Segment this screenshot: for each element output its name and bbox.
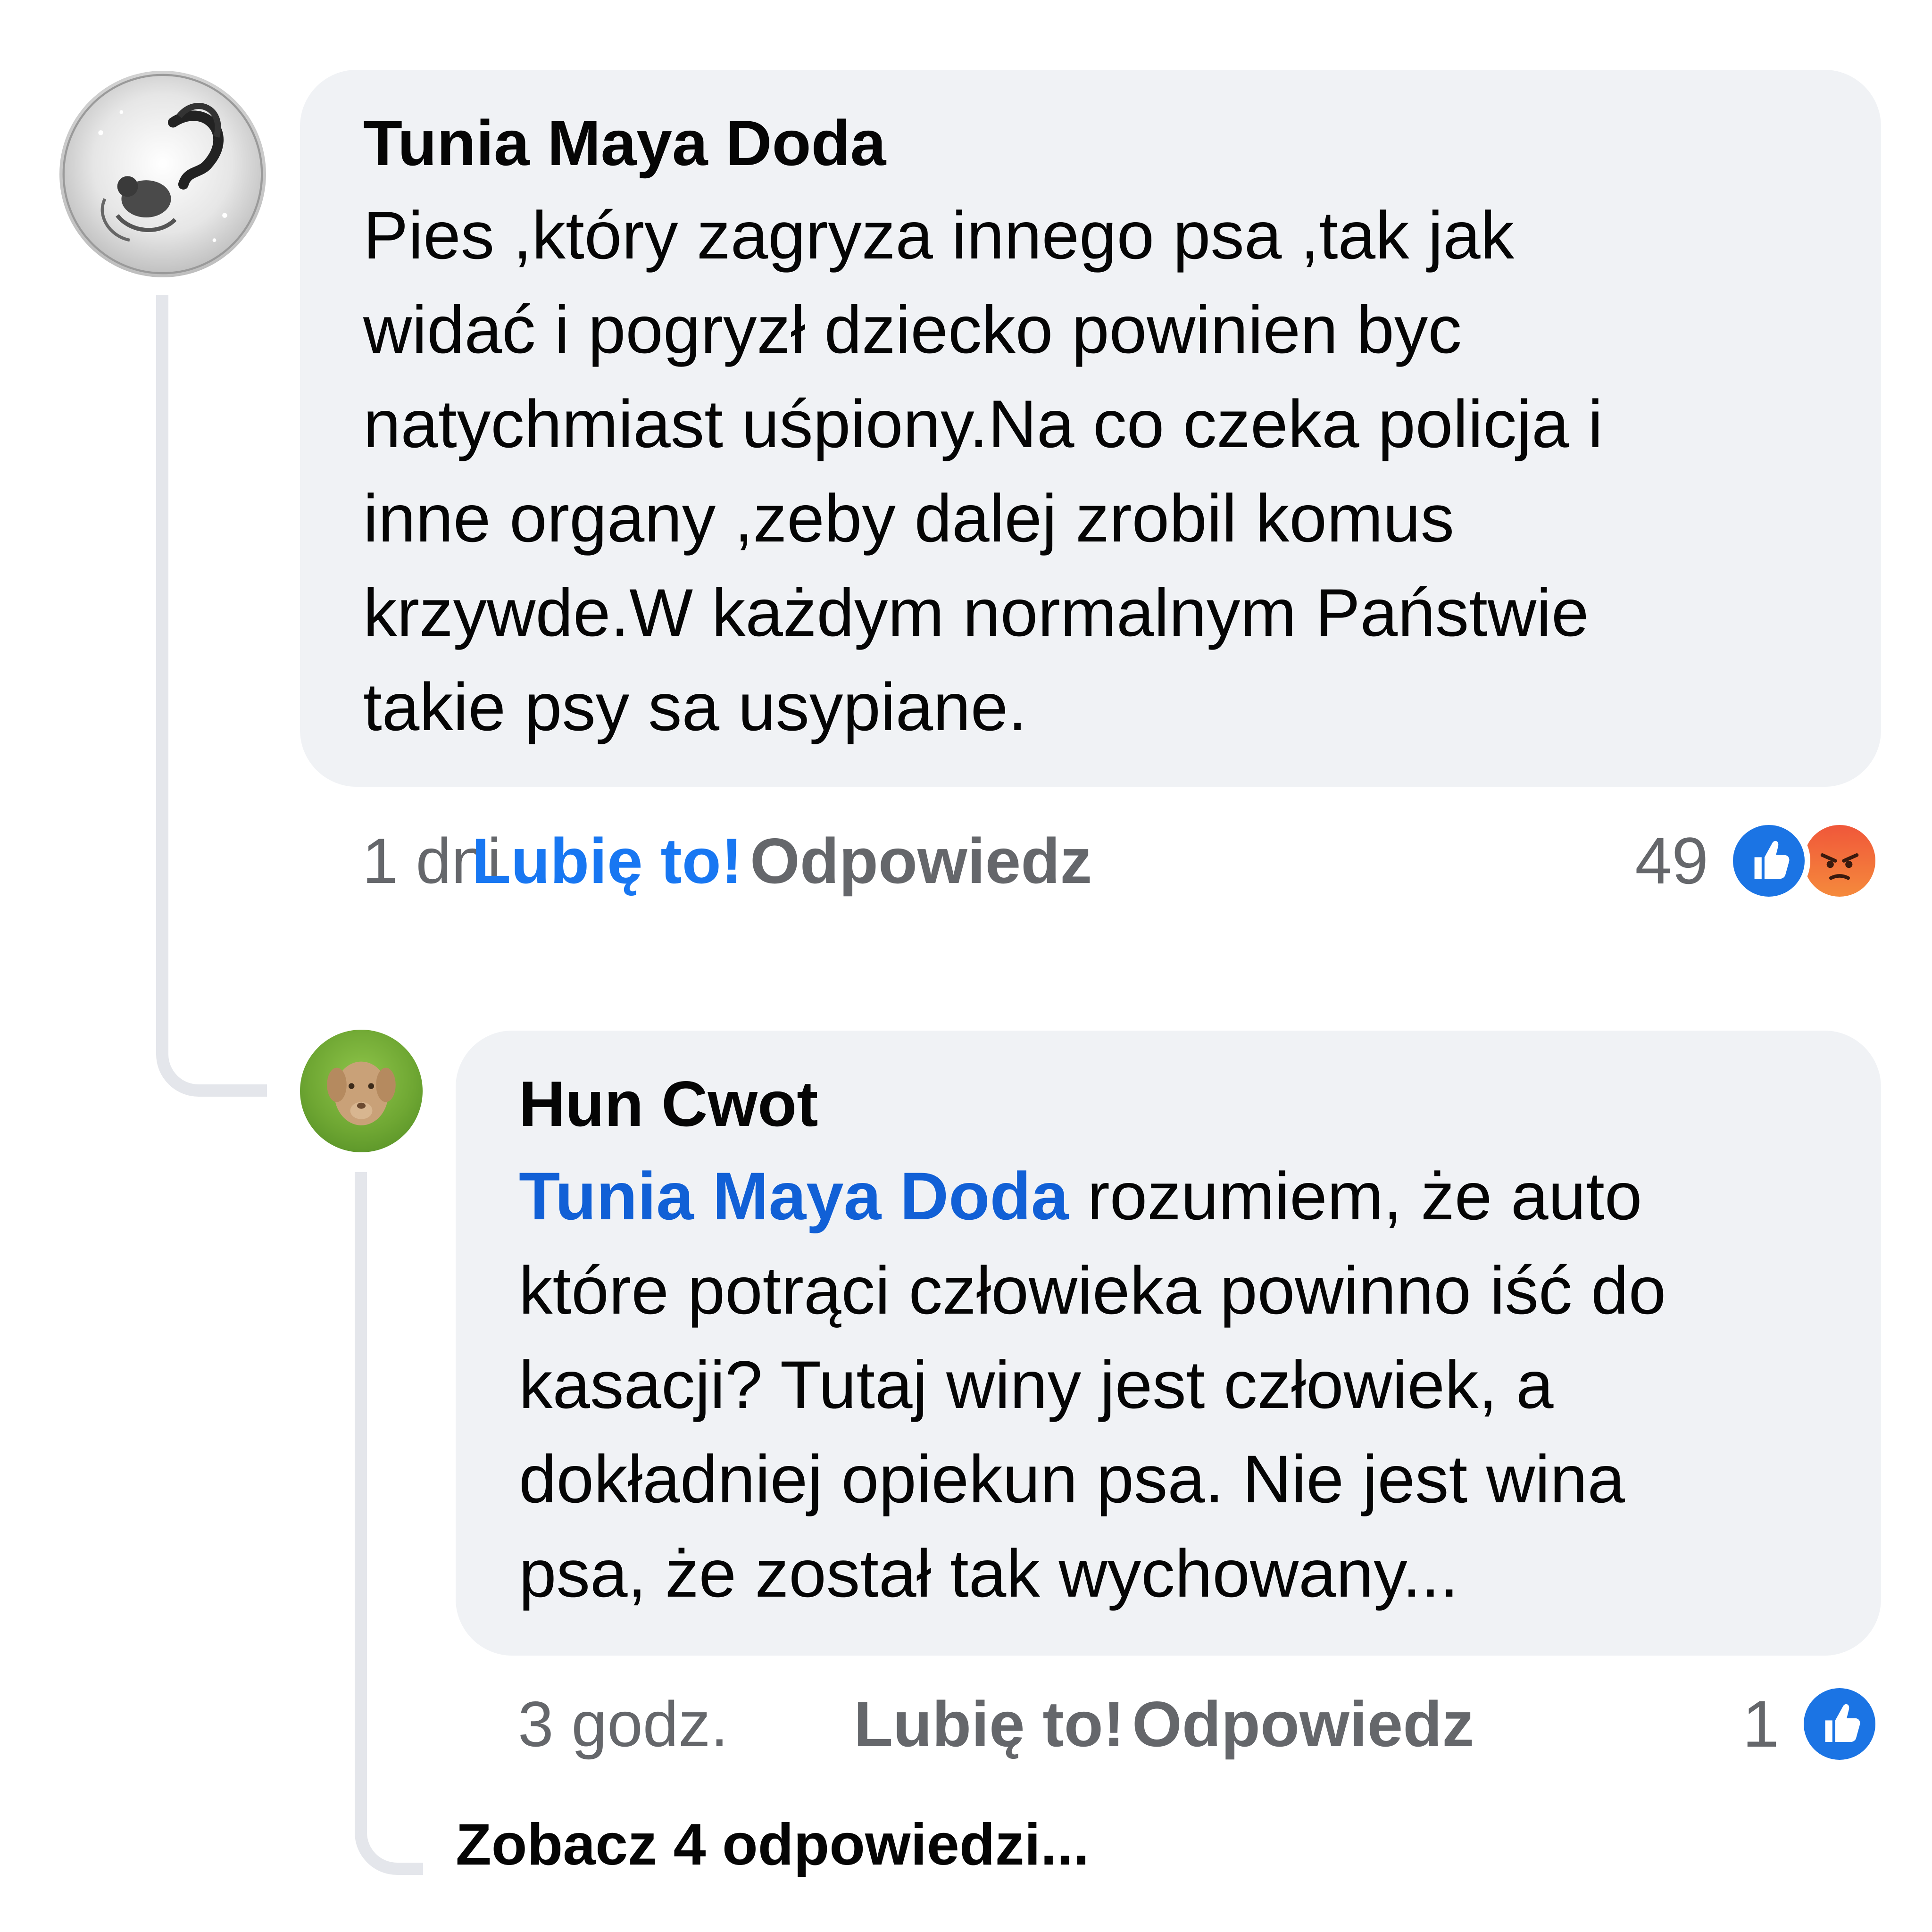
avatar[interactable] — [59, 71, 266, 277]
comment-line: które potrąci człowieka powinno iść do — [519, 1253, 1666, 1328]
comment-line: rozumiem, że auto — [1068, 1159, 1642, 1234]
reaction-count: 49 — [1635, 824, 1708, 898]
reply-button[interactable]: Odpowiedz — [1132, 1687, 1474, 1761]
like-icon — [1798, 1682, 1881, 1765]
comment-line: widać i pogryzł dziecko powinien byc — [363, 292, 1462, 367]
comment-actions: 1 dni Lubię to! Odpowiedz 49 — [362, 818, 1886, 903]
dog-photo-avatar-icon — [327, 1061, 396, 1125]
comment-line: krzywde.W każdym normalnym Państwie — [363, 575, 1589, 650]
like-icon — [1727, 819, 1810, 902]
squirrel-illustration-avatar-icon — [62, 74, 263, 275]
comment-line: psa, że został tak wychowany... — [519, 1536, 1459, 1611]
comment-author[interactable]: Hun Cwot — [519, 1064, 1820, 1144]
comment-line: inne organy ,zeby dalej zrobil komus — [363, 481, 1455, 556]
comment-line: takie psy sa usypiane. — [363, 670, 1027, 745]
comment-line: dokładniej opiekun psa. Nie jest wina — [519, 1442, 1625, 1517]
thread-connector-line — [355, 1172, 423, 1875]
comment-line: Pies ,który zagryza innego psa ,tak jak — [363, 198, 1515, 273]
avatar[interactable] — [300, 1030, 423, 1152]
reply-button[interactable]: Odpowiedz — [750, 824, 1092, 898]
like-button[interactable]: Lubię to! — [472, 824, 750, 898]
thread-connector-line — [156, 295, 267, 1097]
comment-timestamp[interactable]: 1 dni — [362, 824, 501, 898]
comment-text: Tunia Maya Doda rozumiem, że auto które … — [519, 1149, 1820, 1621]
view-more-replies-link[interactable]: Zobacz 4 odpowiedzi... — [456, 1811, 1089, 1878]
reaction-summary[interactable]: 1 — [1742, 1682, 1881, 1766]
comment-timestamp[interactable]: 3 godz. — [518, 1687, 854, 1761]
mention-link[interactable]: Tunia Maya Doda — [519, 1159, 1068, 1234]
comment-line: natychmiast uśpiony.Na co czeka policja … — [363, 387, 1603, 462]
angry-icon — [1798, 819, 1881, 902]
comment-bubble: Tunia Maya Doda Pies ,który zagryza inne… — [300, 70, 1881, 787]
comment-thread: Tunia Maya Doda Pies ,który zagryza inne… — [0, 0, 1932, 1932]
comment-actions: 3 godz. Lubię to! Odpowiedz 1 — [518, 1682, 1886, 1766]
like-button[interactable]: Lubię to! — [854, 1687, 1132, 1761]
reaction-count: 1 — [1742, 1687, 1779, 1761]
comment-line: kasacji? Tutaj winy jest człowiek, a — [519, 1348, 1554, 1423]
comment-text: Pies ,który zagryza innego psa ,tak jak … — [363, 189, 1820, 755]
comment-author[interactable]: Tunia Maya Doda — [363, 103, 1820, 183]
reaction-summary[interactable]: 49 — [1635, 818, 1881, 903]
reply-bubble: Hun Cwot Tunia Maya Doda rozumiem, że au… — [456, 1031, 1881, 1656]
